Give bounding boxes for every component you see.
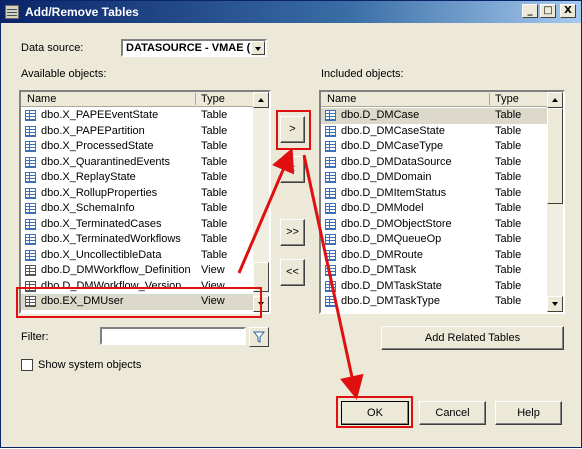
add-remove-tables-dialog: Add/Remove Tables _ □ X Data source: DAT… (0, 0, 582, 448)
annotation-arrows (237, 147, 364, 400)
arrow-to-ok-button (302, 154, 364, 400)
arrow-to-add-button (237, 147, 295, 274)
